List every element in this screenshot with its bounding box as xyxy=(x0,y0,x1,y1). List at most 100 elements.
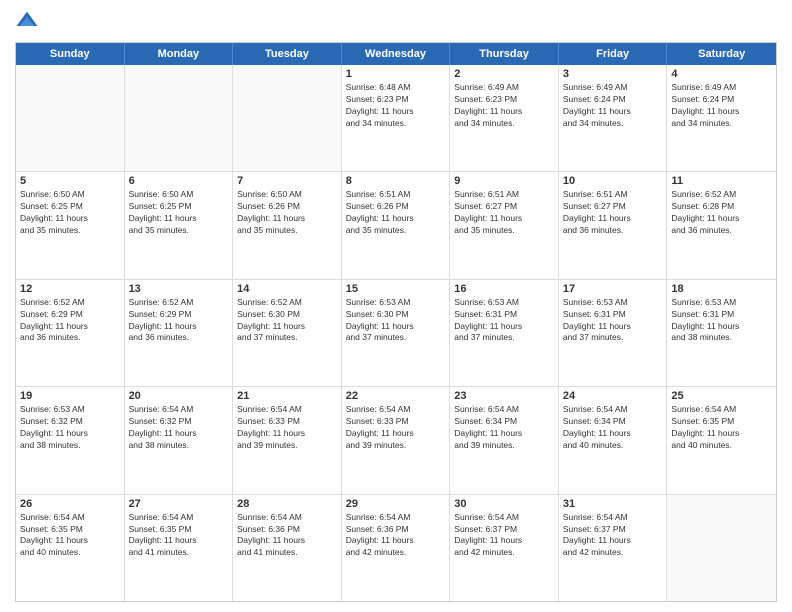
day-number: 5 xyxy=(20,175,120,187)
calendar-cell-r3c1: 20 Sunrise: 6:54 AM Sunset: 6:32 PM Dayli… xyxy=(125,387,234,493)
calendar-cell-r4c6 xyxy=(667,495,776,601)
day-info: Sunrise: 6:52 AM Sunset: 6:30 PM Dayligh… xyxy=(237,297,337,345)
day-info: Sunrise: 6:54 AM Sunset: 6:34 PM Dayligh… xyxy=(454,404,554,452)
calendar-cell-r3c2: 21Sunrise: 6:54 AM Sunset: 6:33 PM Dayli… xyxy=(233,387,342,493)
day-info: Sunrise: 6:54 AM Sunset: 6:32 PM Dayligh… xyxy=(129,404,229,452)
day-info: Sunrise: 6:51 AM Sunset: 6:27 PM Dayligh… xyxy=(563,189,663,237)
day-info: Sunrise: 6:54 AM Sunset: 6:33 PM Dayligh… xyxy=(346,404,446,452)
calendar-cell-r3c3: 22 Sunrise: 6:54 AM Sunset: 6:33 PM Dayli… xyxy=(342,387,451,493)
day-info: Sunrise: 6:54 AM Sunset: 6:35 PM Dayligh… xyxy=(129,512,229,560)
weekday-header-monday: Monday xyxy=(125,43,234,65)
day-number: 19 xyxy=(20,390,120,402)
calendar-cell-r0c1 xyxy=(125,65,234,171)
day-info: Sunrise: 6:54 AM Sunset: 6:36 PM Dayligh… xyxy=(346,512,446,560)
calendar-cell-r0c0 xyxy=(16,65,125,171)
day-number: 23 xyxy=(454,390,554,402)
calendar-cell-r1c6: 11 Sunrise: 6:52 AM Sunset: 6:28 PM Dayli… xyxy=(667,172,776,278)
calendar-cell-r2c1: 13Sunrise: 6:52 AM Sunset: 6:29 PM Dayli… xyxy=(125,280,234,386)
day-number: 16 xyxy=(454,283,554,295)
day-info: Sunrise: 6:51 AM Sunset: 6:26 PM Dayligh… xyxy=(346,189,446,237)
day-number: 14 xyxy=(237,283,337,295)
day-number: 18 xyxy=(671,283,772,295)
weekday-header-tuesday: Tuesday xyxy=(233,43,342,65)
day-number: 28 xyxy=(237,498,337,510)
day-number: 10 xyxy=(563,175,663,187)
day-info: Sunrise: 6:49 AM Sunset: 6:23 PM Dayligh… xyxy=(454,82,554,130)
day-number: 29 xyxy=(346,498,446,510)
calendar-cell-r3c6: 25 Sunrise: 6:54 AM Sunset: 6:35 PM Dayli… xyxy=(667,387,776,493)
day-number: 22 xyxy=(346,390,446,402)
calendar-cell-r1c0: 5 Sunrise: 6:50 AM Sunset: 6:25 PM Daylig… xyxy=(16,172,125,278)
calendar-cell-r0c4: 2 Sunrise: 6:49 AM Sunset: 6:23 PM Daylig… xyxy=(450,65,559,171)
day-info: Sunrise: 6:54 AM Sunset: 6:33 PM Dayligh… xyxy=(237,404,337,452)
day-info: Sunrise: 6:53 AM Sunset: 6:30 PM Dayligh… xyxy=(346,297,446,345)
day-info: Sunrise: 6:54 AM Sunset: 6:37 PM Dayligh… xyxy=(563,512,663,560)
calendar-row-2: 12 Sunrise: 6:52 AM Sunset: 6:29 PM Dayli… xyxy=(16,279,776,386)
calendar-row-1: 5 Sunrise: 6:50 AM Sunset: 6:25 PM Daylig… xyxy=(16,171,776,278)
day-info: Sunrise: 6:53 AM Sunset: 6:31 PM Dayligh… xyxy=(671,297,772,345)
day-number: 25 xyxy=(671,390,772,402)
day-number: 11 xyxy=(671,175,772,187)
calendar-cell-r0c3: 1Sunrise: 6:48 AM Sunset: 6:23 PM Daylig… xyxy=(342,65,451,171)
day-info: Sunrise: 6:53 AM Sunset: 6:32 PM Dayligh… xyxy=(20,404,120,452)
calendar-cell-r2c2: 14 Sunrise: 6:52 AM Sunset: 6:30 PM Dayli… xyxy=(233,280,342,386)
calendar-cell-r1c4: 9Sunrise: 6:51 AM Sunset: 6:27 PM Daylig… xyxy=(450,172,559,278)
calendar-cell-r4c0: 26Sunrise: 6:54 AM Sunset: 6:35 PM Dayli… xyxy=(16,495,125,601)
calendar-cell-r3c0: 19 Sunrise: 6:53 AM Sunset: 6:32 PM Dayli… xyxy=(16,387,125,493)
day-number: 2 xyxy=(454,68,554,80)
day-info: Sunrise: 6:54 AM Sunset: 6:36 PM Dayligh… xyxy=(237,512,337,560)
calendar-cell-r0c6: 4 Sunrise: 6:49 AM Sunset: 6:24 PM Daylig… xyxy=(667,65,776,171)
day-number: 7 xyxy=(237,175,337,187)
day-info: Sunrise: 6:49 AM Sunset: 6:24 PM Dayligh… xyxy=(671,82,772,130)
calendar-cell-r0c2 xyxy=(233,65,342,171)
calendar-cell-r2c5: 17 Sunrise: 6:53 AM Sunset: 6:31 PM Dayli… xyxy=(559,280,668,386)
calendar-cell-r4c2: 28 Sunrise: 6:54 AM Sunset: 6:36 PM Dayli… xyxy=(233,495,342,601)
day-info: Sunrise: 6:54 AM Sunset: 6:34 PM Dayligh… xyxy=(563,404,663,452)
day-info: Sunrise: 6:50 AM Sunset: 6:25 PM Dayligh… xyxy=(20,189,120,237)
header xyxy=(15,10,777,34)
day-number: 12 xyxy=(20,283,120,295)
logo xyxy=(15,10,43,34)
day-info: Sunrise: 6:51 AM Sunset: 6:27 PM Dayligh… xyxy=(454,189,554,237)
day-number: 20 xyxy=(129,390,229,402)
calendar-row-3: 19 Sunrise: 6:53 AM Sunset: 6:32 PM Dayli… xyxy=(16,386,776,493)
day-number: 6 xyxy=(129,175,229,187)
day-info: Sunrise: 6:52 AM Sunset: 6:28 PM Dayligh… xyxy=(671,189,772,237)
day-number: 24 xyxy=(563,390,663,402)
calendar-row-4: 26Sunrise: 6:54 AM Sunset: 6:35 PM Dayli… xyxy=(16,494,776,601)
calendar-row-0: 1Sunrise: 6:48 AM Sunset: 6:23 PM Daylig… xyxy=(16,65,776,171)
calendar-cell-r3c5: 24 Sunrise: 6:54 AM Sunset: 6:34 PM Dayli… xyxy=(559,387,668,493)
day-number: 13 xyxy=(129,283,229,295)
page: SundayMondayTuesdayWednesdayThursdayFrid… xyxy=(0,0,792,612)
day-info: Sunrise: 6:52 AM Sunset: 6:29 PM Dayligh… xyxy=(20,297,120,345)
day-number: 3 xyxy=(563,68,663,80)
calendar-cell-r1c2: 7 Sunrise: 6:50 AM Sunset: 6:26 PM Daylig… xyxy=(233,172,342,278)
calendar-cell-r2c6: 18 Sunrise: 6:53 AM Sunset: 6:31 PM Dayli… xyxy=(667,280,776,386)
day-info: Sunrise: 6:50 AM Sunset: 6:26 PM Dayligh… xyxy=(237,189,337,237)
calendar-cell-r4c4: 30 Sunrise: 6:54 AM Sunset: 6:37 PM Dayli… xyxy=(450,495,559,601)
calendar-cell-r1c1: 6 Sunrise: 6:50 AM Sunset: 6:25 PM Daylig… xyxy=(125,172,234,278)
calendar-cell-r1c3: 8Sunrise: 6:51 AM Sunset: 6:26 PM Daylig… xyxy=(342,172,451,278)
calendar-cell-r3c4: 23 Sunrise: 6:54 AM Sunset: 6:34 PM Dayli… xyxy=(450,387,559,493)
day-number: 4 xyxy=(671,68,772,80)
calendar-cell-r4c3: 29 Sunrise: 6:54 AM Sunset: 6:36 PM Dayli… xyxy=(342,495,451,601)
weekday-header-friday: Friday xyxy=(559,43,668,65)
calendar-cell-r2c4: 16 Sunrise: 6:53 AM Sunset: 6:31 PM Dayli… xyxy=(450,280,559,386)
day-number: 30 xyxy=(454,498,554,510)
calendar: SundayMondayTuesdayWednesdayThursdayFrid… xyxy=(15,42,777,602)
day-number: 17 xyxy=(563,283,663,295)
day-info: Sunrise: 6:54 AM Sunset: 6:35 PM Dayligh… xyxy=(671,404,772,452)
day-info: Sunrise: 6:50 AM Sunset: 6:25 PM Dayligh… xyxy=(129,189,229,237)
day-info: Sunrise: 6:53 AM Sunset: 6:31 PM Dayligh… xyxy=(563,297,663,345)
day-info: Sunrise: 6:54 AM Sunset: 6:35 PM Dayligh… xyxy=(20,512,120,560)
day-number: 15 xyxy=(346,283,446,295)
day-number: 31 xyxy=(563,498,663,510)
day-number: 1 xyxy=(346,68,446,80)
weekday-header-sunday: Sunday xyxy=(16,43,125,65)
calendar-cell-r2c0: 12 Sunrise: 6:52 AM Sunset: 6:29 PM Dayli… xyxy=(16,280,125,386)
weekday-header-thursday: Thursday xyxy=(450,43,559,65)
day-info: Sunrise: 6:54 AM Sunset: 6:37 PM Dayligh… xyxy=(454,512,554,560)
weekday-header-saturday: Saturday xyxy=(667,43,776,65)
logo-icon xyxy=(15,10,39,34)
day-info: Sunrise: 6:53 AM Sunset: 6:31 PM Dayligh… xyxy=(454,297,554,345)
